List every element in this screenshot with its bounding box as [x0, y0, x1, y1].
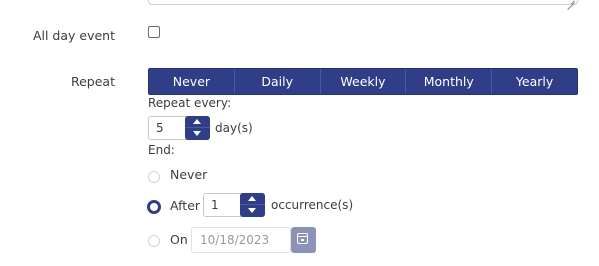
occurrence-stepper-buttons: [240, 193, 265, 217]
repeat-label: Repeat: [70, 74, 115, 89]
chevron-down-icon: [193, 131, 201, 136]
all-day-label: All day event: [32, 28, 115, 43]
end-after-label[interactable]: After: [170, 198, 200, 213]
all-day-checkbox[interactable]: [148, 26, 160, 38]
repeat-option-daily[interactable]: Daily: [235, 69, 321, 94]
repeat-every-stepper[interactable]: 5: [148, 116, 210, 140]
end-label: End:: [148, 143, 175, 157]
date-picker-button[interactable]: [291, 227, 316, 253]
end-date-input[interactable]: 10/18/2023: [191, 227, 291, 253]
decrement-button[interactable]: [185, 128, 210, 140]
repeat-option-never[interactable]: Never: [149, 69, 235, 94]
repeat-every-stepper-buttons: [185, 116, 210, 140]
occurrence-value[interactable]: 1: [211, 198, 219, 212]
end-on-radio[interactable]: [148, 235, 160, 247]
calendar-icon: [297, 233, 308, 244]
resize-grip-icon[interactable]: [567, 0, 575, 3]
repeat-option-yearly[interactable]: Yearly: [492, 69, 577, 94]
end-on-label[interactable]: On: [170, 232, 188, 247]
description-textarea[interactable]: [148, 0, 578, 5]
chevron-up-icon: [248, 196, 256, 201]
increment-button[interactable]: [240, 193, 265, 205]
occurrence-unit: occurrence(s): [271, 198, 354, 212]
repeat-option-monthly[interactable]: Monthly: [406, 69, 493, 94]
repeat-every-unit: day(s): [215, 121, 253, 135]
increment-button[interactable]: [185, 116, 210, 128]
occurrence-stepper[interactable]: 1: [203, 193, 265, 217]
end-date-value: 10/18/2023: [200, 233, 270, 247]
repeat-option-weekly[interactable]: Weekly: [321, 69, 407, 94]
repeat-every-value[interactable]: 5: [156, 121, 164, 135]
repeat-selector: Never Daily Weekly Monthly Yearly: [148, 68, 578, 95]
decrement-button[interactable]: [240, 205, 265, 217]
chevron-down-icon: [248, 208, 256, 213]
chevron-up-icon: [193, 119, 201, 124]
end-never-radio[interactable]: [148, 171, 160, 183]
end-after-radio[interactable]: [147, 200, 161, 214]
repeat-every-label: Repeat every:: [148, 96, 232, 110]
end-never-label[interactable]: Never: [170, 167, 207, 182]
